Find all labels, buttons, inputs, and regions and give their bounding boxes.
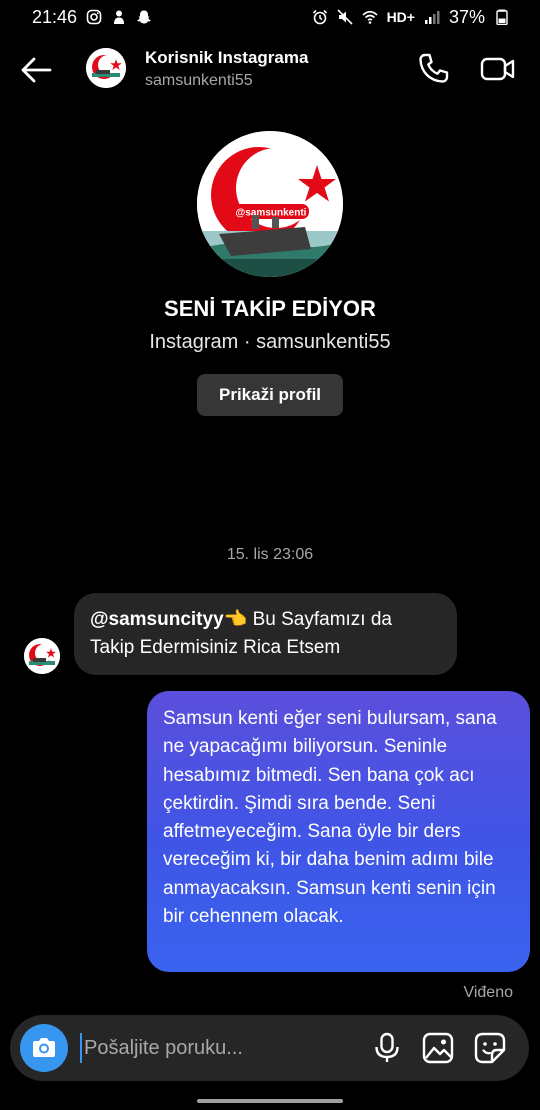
profile-subline: Instagram · samsunkenti55 (149, 331, 391, 353)
sticker-button[interactable] (473, 1031, 507, 1065)
logo-text: @samsunkenti (236, 208, 307, 219)
seen-status: Viđeno (463, 984, 513, 1001)
sent-message-text: Samsun kenti eğer seni bulursam, sana ne… (163, 708, 497, 928)
samsunkenti-logo-icon: @samsunkenti (197, 131, 343, 277)
samsunkenti-logo-icon (86, 48, 126, 88)
received-message-bubble[interactable]: @samsuncityy👈 Bu Sayfamızı da Takip Eder… (74, 593, 457, 675)
status-right: HD+ 37% (312, 7, 510, 28)
chat-header: Korisnik Instagrama samsunkenti55 (0, 38, 540, 102)
contact-name[interactable]: Korisnik Instagrama (145, 48, 308, 68)
battery-percent: 37% (448, 6, 485, 27)
follows-you-headline: SENİ TAKİP EDİYOR (164, 296, 376, 321)
contact-username[interactable]: samsunkenti55 (145, 72, 253, 90)
phone-icon (419, 53, 449, 83)
status-left: 21:46 (32, 7, 152, 28)
pointing-emoji: 👈 (223, 609, 248, 630)
signal-icon (424, 9, 440, 25)
person-notification-icon (111, 9, 127, 25)
status-time: 21:46 (32, 6, 78, 27)
network-label: HD+ (386, 9, 415, 25)
message-input[interactable]: Pošaljite poruku... (80, 1033, 330, 1063)
message-composer: Pošaljite poruku... (10, 1015, 529, 1081)
voice-message-button[interactable] (370, 1031, 404, 1065)
image-icon (422, 1032, 454, 1064)
video-call-button[interactable] (480, 52, 516, 86)
gallery-button[interactable] (421, 1031, 455, 1065)
wifi-icon (362, 9, 378, 25)
mute-icon (336, 9, 353, 25)
arrow-left-icon (21, 57, 52, 83)
status-bar: 21:46 HD+ 37% (0, 0, 540, 34)
alarm-icon (312, 9, 328, 25)
header-avatar[interactable] (86, 48, 126, 88)
snapchat-notification-icon (136, 9, 152, 25)
video-camera-icon (480, 57, 515, 81)
view-profile-button[interactable]: Prikaži profil (197, 374, 343, 416)
battery-icon (494, 9, 510, 25)
camera-button[interactable] (20, 1024, 68, 1072)
back-button[interactable] (18, 52, 54, 88)
sticker-icon (474, 1032, 506, 1064)
message-sender-avatar[interactable] (24, 638, 60, 674)
camera-icon (33, 1038, 55, 1057)
microphone-icon (375, 1032, 399, 1062)
home-indicator[interactable] (197, 1099, 343, 1103)
call-button[interactable] (416, 52, 450, 86)
samsunkenti-logo-icon (24, 638, 60, 674)
instagram-notification-icon (86, 9, 102, 25)
message-timestamp: 15. lis 23:06 (226, 546, 314, 563)
sent-message-bubble[interactable]: Samsun kenti eğer seni bulursam, sana ne… (147, 691, 530, 972)
profile-avatar[interactable]: @samsunkenti (197, 131, 343, 277)
mention-link[interactable]: @samsuncityy (90, 609, 224, 630)
